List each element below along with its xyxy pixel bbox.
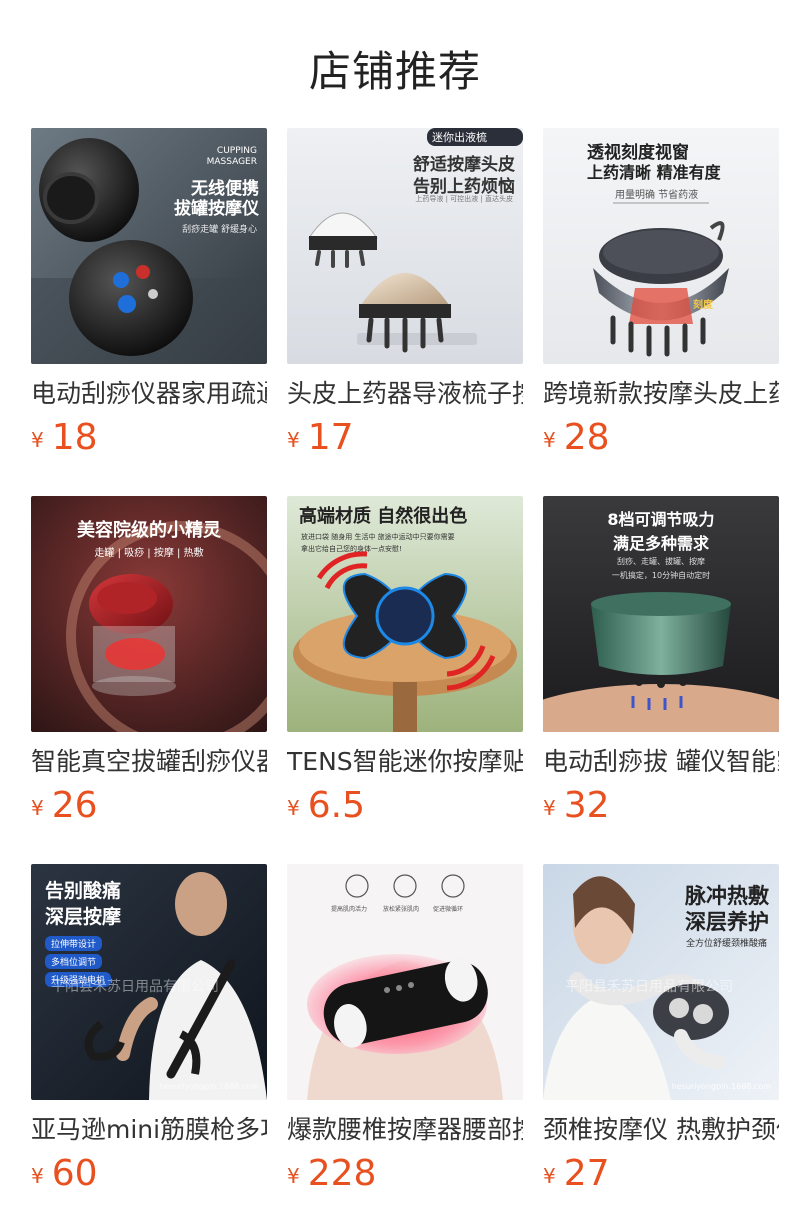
product-price: ¥28 xyxy=(543,418,779,458)
currency-symbol: ¥ xyxy=(543,428,556,452)
product-card[interactable]: 提高肌肉活力 放松紧张肌肉 促进微循环 爆款腰椎按摩器腰部按摩 ¥228 xyxy=(287,864,523,1194)
image-subline: 上药导液 | 可控出液 | 直达头皮 xyxy=(415,195,513,203)
image-subline: 放进口袋 随身用 生活中 旅途中运动中只要你需要 xyxy=(301,533,455,541)
price-value: 6.5 xyxy=(307,785,365,826)
product-image[interactable]: 美容院级的小精灵 走罐 | 吸痧 | 按摩 | 热敷 xyxy=(31,496,267,732)
image-subline: 刮痧、走罐、拔罐、按摩 xyxy=(617,557,705,566)
product-price: ¥6.5 xyxy=(287,786,523,826)
product-card[interactable]: 美容院级的小精灵 走罐 | 吸痧 | 按摩 | 热敷 智能真空拔罐刮痧仪器家用 … xyxy=(31,496,267,826)
product-image[interactable]: 高端材质 自然很出色 放进口袋 随身用 生活中 旅途中运动中只要你需要 拿出它给… xyxy=(287,496,523,732)
image-caption: CUPPING MASSAGER xyxy=(206,146,257,167)
image-headline: 高端材质 自然很出色 xyxy=(299,506,468,527)
image-headline: 深层按摩 xyxy=(45,906,122,928)
product-name[interactable]: 亚马逊mini筋膜枪多功能 xyxy=(31,1114,267,1146)
product-price: ¥60 xyxy=(31,1154,267,1194)
currency-symbol: ¥ xyxy=(31,1164,44,1188)
watermark: 平阳县禾苏日用品有限公司 xyxy=(51,979,219,995)
feature-tag: 多档位调节 xyxy=(45,954,103,969)
watermark-url: hesuriyongpin.1688.com xyxy=(671,1082,771,1091)
image-subline: 拿出它给自己您的身体一点安慰! xyxy=(301,545,402,553)
price-value: 32 xyxy=(563,785,610,826)
image-subline: 一机搞定，10分钟自动定时 xyxy=(611,571,711,580)
price-value: 18 xyxy=(51,417,98,458)
page-title: 店铺推荐 xyxy=(308,47,481,96)
feature-icon-label: 提高肌肉活力 xyxy=(331,906,368,913)
watermark-url: hesuriyongpin.1688.com xyxy=(159,1082,259,1091)
price-value: 27 xyxy=(563,1153,610,1194)
product-price: ¥17 xyxy=(287,418,523,458)
image-headline: 上药清晰 精准有度 xyxy=(587,163,721,182)
price-value: 28 xyxy=(563,417,610,458)
product-price: ¥27 xyxy=(543,1154,779,1194)
product-card[interactable]: 脉冲热敷 深层养护 全方位舒缓颈椎酸痛 平阳县禾苏日用品有限公司 hesuriy… xyxy=(543,864,779,1194)
product-card[interactable]: 高端材质 自然很出色 放进口袋 随身用 生活中 旅途中运动中只要你需要 拿出它给… xyxy=(287,496,523,826)
image-subline: 刮痧走罐 舒缓身心 xyxy=(182,225,257,235)
lumbar-massager-image xyxy=(287,864,523,1100)
price-value: 228 xyxy=(307,1153,377,1194)
image-headline: 美容院级的小精灵 xyxy=(77,520,221,541)
watermark: 平阳县禾苏日用品有限公司 xyxy=(565,979,733,995)
product-image[interactable]: 透视刻度视窗 上药清晰 精准有度 用量明确 节省药液 刻度 xyxy=(543,128,779,364)
currency-symbol: ¥ xyxy=(543,796,556,820)
product-price: ¥32 xyxy=(543,786,779,826)
product-name[interactable]: 头皮上药器导液梳子按摩 xyxy=(287,378,523,410)
feature-icon-label: 促进微循环 xyxy=(433,906,464,913)
currency-symbol: ¥ xyxy=(31,428,44,452)
feature-tag: 拉伸带设计 xyxy=(45,936,103,951)
product-name[interactable]: 跨境新款按摩头皮上药器 xyxy=(543,378,779,410)
image-headline: 拔罐按摩仪 xyxy=(174,199,259,219)
image-headline: 深层养护 xyxy=(685,910,769,934)
scale-label: 刻度 xyxy=(693,300,713,311)
product-name[interactable]: 爆款腰椎按摩器腰部按摩 xyxy=(287,1114,523,1146)
product-name[interactable]: 电动刮痧仪器家用疏通经络 xyxy=(31,378,267,410)
currency-symbol: ¥ xyxy=(31,796,44,820)
product-card[interactable]: 透视刻度视窗 上药清晰 精准有度 用量明确 节省药液 刻度 跨境新款按摩头皮上药… xyxy=(543,128,779,458)
product-card[interactable]: CUPPING MASSAGER 无线便携 拔罐按摩仪 刮痧走罐 舒缓身心 电动… xyxy=(31,128,267,458)
product-name[interactable]: TENS智能迷你按摩贴颈椎 xyxy=(287,746,523,778)
price-value: 17 xyxy=(307,417,354,458)
image-subline: 用量明确 节省药液 xyxy=(615,190,699,201)
image-subline: 走罐 | 吸痧 | 按摩 | 热敷 xyxy=(94,548,204,559)
product-image[interactable]: 8档可调节吸力 满足多种需求 刮痧、走罐、拔罐、按摩 一机搞定，10分钟自动定时 xyxy=(543,496,779,732)
product-card[interactable]: 迷你出液梳 舒适按摩头皮 告别上药烦恼 上药导液 | 可控出液 | 直达头皮 头… xyxy=(287,128,523,458)
currency-symbol: ¥ xyxy=(287,796,300,820)
image-badge: 迷你出液梳 xyxy=(432,131,487,144)
currency-symbol: ¥ xyxy=(287,1164,300,1188)
product-price: ¥18 xyxy=(31,418,267,458)
product-image[interactable]: 迷你出液梳 舒适按摩头皮 告别上药烦恼 上药导液 | 可控出液 | 直达头皮 xyxy=(287,128,523,364)
product-name[interactable]: 智能真空拔罐刮痧仪器家用 xyxy=(31,746,267,778)
product-name[interactable]: 颈椎按摩仪 热敷护颈仪 xyxy=(543,1114,779,1146)
product-name[interactable]: 电动刮痧拔 罐仪智能家用 xyxy=(543,746,779,778)
image-headline: 8档可调节吸力 xyxy=(607,510,715,529)
product-image[interactable]: 告别酸痛 深层按摩 拉伸带设计 多档位调节 升级强劲电机 平阳县禾苏日用品有限公… xyxy=(31,864,267,1100)
product-image[interactable]: CUPPING MASSAGER 无线便携 拔罐按摩仪 刮痧走罐 舒缓身心 xyxy=(31,128,267,364)
product-price: ¥228 xyxy=(287,1154,523,1194)
currency-symbol: ¥ xyxy=(287,428,300,452)
currency-symbol: ¥ xyxy=(543,1164,556,1188)
product-image[interactable]: 提高肌肉活力 放松紧张肌肉 促进微循环 xyxy=(287,864,523,1100)
image-headline: 满足多种需求 xyxy=(612,534,709,553)
price-value: 26 xyxy=(51,785,98,826)
feature-icon-label: 放松紧张肌肉 xyxy=(383,906,420,913)
product-card[interactable]: 告别酸痛 深层按摩 拉伸带设计 多档位调节 升级强劲电机 平阳县禾苏日用品有限公… xyxy=(31,864,267,1194)
product-card[interactable]: 8档可调节吸力 满足多种需求 刮痧、走罐、拔罐、按摩 一机搞定，10分钟自动定时… xyxy=(543,496,779,826)
product-image[interactable]: 脉冲热敷 深层养护 全方位舒缓颈椎酸痛 平阳县禾苏日用品有限公司 hesuriy… xyxy=(543,864,779,1100)
product-price: ¥26 xyxy=(31,786,267,826)
image-headline: 告别酸痛 xyxy=(45,880,122,902)
image-subline: 全方位舒缓颈椎酸痛 xyxy=(685,939,767,949)
price-value: 60 xyxy=(51,1153,98,1194)
